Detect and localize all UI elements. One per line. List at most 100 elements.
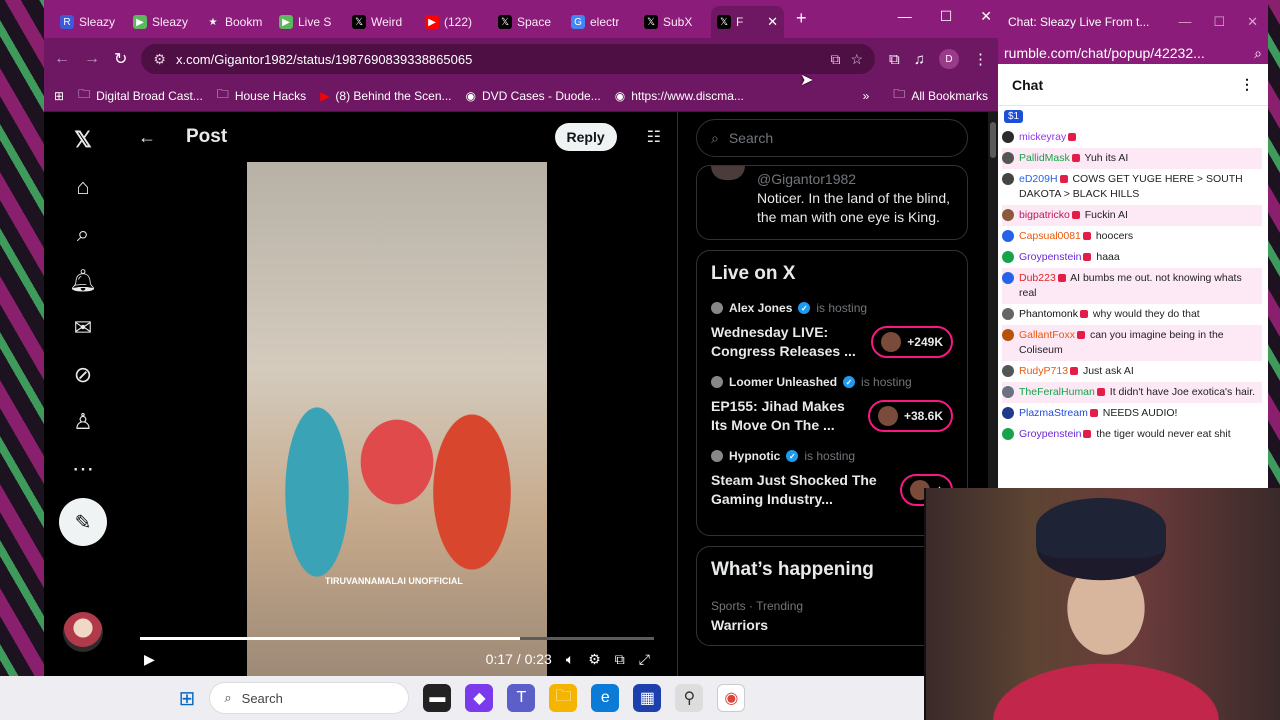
compose-post-button[interactable]: ✎ <box>59 498 107 546</box>
chat-user-avatar[interactable] <box>1002 386 1014 398</box>
chat-user-avatar[interactable] <box>1002 209 1014 221</box>
chat-user-avatar[interactable] <box>1002 251 1014 263</box>
terminal-app-icon[interactable]: ▬ <box>423 684 452 712</box>
chat-user-avatar[interactable] <box>1002 131 1014 143</box>
chat-user-avatar[interactable] <box>1002 428 1014 440</box>
copilot-app-icon[interactable]: ◆ <box>465 684 494 712</box>
reload-icon[interactable]: ↻ <box>114 49 127 69</box>
chat-username[interactable]: Groypenstein <box>1019 428 1081 440</box>
chat-username[interactable]: PlazmaStream <box>1019 407 1088 419</box>
explore-search-icon[interactable]: ⌕ <box>58 210 108 257</box>
more-bookmarks-icon[interactable]: » <box>863 89 870 103</box>
close-icon[interactable]: ✕ <box>980 8 992 25</box>
chat-username[interactable]: Groypenstein <box>1019 251 1081 263</box>
chat-user-avatar[interactable] <box>1002 329 1014 341</box>
notifications-bell-icon[interactable]: 🔔︎ <box>58 257 108 304</box>
bookmark-item[interactable]: ◉ DVD Cases - Duode... <box>466 85 601 106</box>
forward-icon[interactable]: → <box>84 50 100 68</box>
browser-tab[interactable]: Gelectr <box>565 6 638 38</box>
teams-app-icon[interactable]: T <box>507 684 536 712</box>
video-frame[interactable]: TIRUVANNAMALAI UNOFFICIAL <box>247 162 547 676</box>
minimize-icon[interactable]: — <box>1178 14 1191 30</box>
chat-user-avatar[interactable] <box>1002 308 1014 320</box>
chat-user-avatar[interactable] <box>1002 272 1014 284</box>
rant-badge[interactable]: $1 <box>1004 110 1024 123</box>
video-player[interactable]: TIRUVANNAMALAI UNOFFICIAL ▶ 0:17 / 0:23 … <box>132 162 662 676</box>
video-progress-bar[interactable] <box>140 637 654 640</box>
maximize-icon[interactable]: ☐ <box>1213 14 1225 30</box>
browser-tab[interactable]: 𝕏 Space <box>492 6 565 38</box>
chat-username[interactable]: RudyP713 <box>1019 365 1068 377</box>
browser-tab[interactable]: 𝕏 SubX <box>638 6 711 38</box>
profile-avatar[interactable]: D <box>939 49 959 69</box>
bookmark-item[interactable]: 🗀 Digital Broad Cast... <box>78 85 203 106</box>
cast-icon[interactable]: ⧉ <box>830 51 840 68</box>
chat-username[interactable]: bigpatricko <box>1019 209 1070 221</box>
chat-user-avatar[interactable] <box>1002 407 1014 419</box>
chat-username[interactable]: TheFeralHuman <box>1019 386 1095 398</box>
live-item[interactable]: Alex Jones ✓ is hosting Wednesday LIVE: Con… <box>711 301 953 361</box>
minimize-icon[interactable]: — <box>898 8 912 25</box>
play-icon[interactable]: ▶ <box>144 651 155 668</box>
chat-username[interactable]: Capsual0081 <box>1019 230 1081 242</box>
quoted-post-card[interactable]: @Gigantor1982 Noticer. In the land of th… <box>696 165 968 240</box>
home-icon[interactable]: ⌂ <box>58 163 108 210</box>
reply-button[interactable]: Reply <box>554 123 617 151</box>
chat-username[interactable]: eD209H <box>1019 173 1058 185</box>
tab-search-icon[interactable]: ⧉ <box>889 51 900 68</box>
trend-name[interactable]: Warriors <box>711 617 953 633</box>
bookmark-star-icon[interactable]: ☆ <box>850 51 863 68</box>
browser-tab[interactable]: ▶ (122) <box>419 6 492 38</box>
browser-tab[interactable]: ★ Bookm <box>200 6 273 38</box>
site-info-icon[interactable]: ⚙ <box>153 51 166 68</box>
picture-in-picture-icon[interactable]: ⧉ <box>615 651 625 668</box>
edge-browser-icon[interactable]: e <box>591 684 620 712</box>
chat-username[interactable]: mickeyray <box>1019 131 1066 143</box>
settings-gear-icon[interactable]: ⚙ <box>588 651 601 668</box>
live-item[interactable]: Hypnotic ✓ is hosting Steam Just Shocked Th… <box>711 449 953 509</box>
fullscreen-icon[interactable]: ⤢ <box>639 651 650 668</box>
profile-icon[interactable]: ♙ <box>58 398 108 445</box>
listener-count-pill[interactable]: +249K <box>871 326 953 358</box>
live-item[interactable]: Loomer Unleashed ✓ is hosting EP155: Jihad … <box>711 375 953 435</box>
file-explorer-icon[interactable]: 🗀 <box>549 684 578 712</box>
chat-username[interactable]: Phantomonk <box>1019 308 1078 320</box>
chat-username[interactable]: PallidMask <box>1019 152 1070 164</box>
store-app-icon[interactable]: ▦ <box>633 684 662 712</box>
browser-tab[interactable]: 𝕏 F ✕ <box>711 6 784 38</box>
chat-user-avatar[interactable] <box>1002 173 1014 185</box>
maximize-icon[interactable]: ☐ <box>940 8 953 25</box>
scrollbar-thumb[interactable] <box>990 122 996 158</box>
chat-menu-icon[interactable]: ⋮ <box>1240 76 1254 93</box>
chat-user-avatar[interactable] <box>1002 152 1014 164</box>
new-tab-button[interactable]: + <box>784 8 819 35</box>
close-icon[interactable]: ✕ <box>1247 14 1258 30</box>
browser-tab[interactable]: R Sleazy <box>54 6 127 38</box>
bookmark-item[interactable]: 🗀 House Hacks <box>217 85 306 106</box>
settings-sliders-icon[interactable]: ☷ <box>647 127 661 147</box>
browser-tab[interactable]: 𝕏 Weird <box>346 6 419 38</box>
back-icon[interactable]: ← <box>54 50 70 68</box>
tab-close-icon[interactable]: ✕ <box>767 14 778 30</box>
windows-start-icon[interactable]: ⊞ <box>179 686 196 711</box>
back-arrow-icon[interactable]: ← <box>138 127 156 148</box>
volume-icon[interactable]: 🔈︎ <box>566 651 574 668</box>
zoom-search-icon[interactable]: ⌕ <box>1254 45 1262 62</box>
bookmark-item[interactable]: ▶ (8) Behind the Scen... <box>320 85 451 106</box>
taskbar-search[interactable]: ⌕ Search <box>209 682 410 714</box>
chat-username[interactable]: GallantFoxx <box>1019 329 1075 341</box>
account-avatar[interactable] <box>63 612 103 652</box>
more-icon[interactable]: ⋯ <box>58 445 108 492</box>
listener-count-pill[interactable]: +38.6K <box>867 400 953 432</box>
chrome-browser-icon[interactable]: ◉ <box>717 684 746 712</box>
chat-user-avatar[interactable] <box>1002 365 1014 377</box>
menu-icon[interactable]: ⋮ <box>973 50 988 68</box>
browser-tab[interactable]: ▶ Live S <box>273 6 346 38</box>
media-icon[interactable]: ♫ <box>914 51 925 68</box>
browser-tab[interactable]: ▶ Sleazy <box>127 6 200 38</box>
apps-icon[interactable]: ⊞ <box>54 89 64 103</box>
x-search-input[interactable]: ⌕ Search <box>696 119 968 157</box>
messages-envelope-icon[interactable]: ✉ <box>58 304 108 351</box>
grok-icon[interactable]: ⊘ <box>58 351 108 398</box>
chat-user-avatar[interactable] <box>1002 230 1014 242</box>
